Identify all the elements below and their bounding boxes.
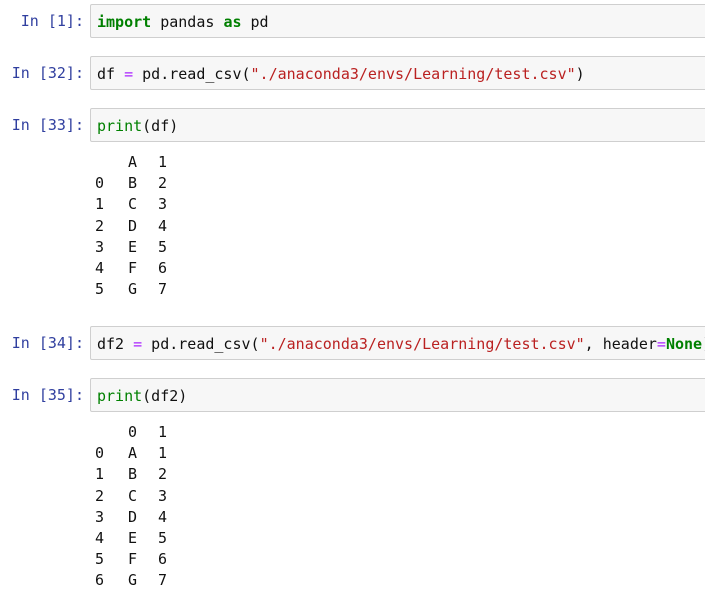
code-token: ) bbox=[575, 65, 585, 83]
value-cell: C bbox=[127, 195, 137, 214]
value-cell: 3 bbox=[157, 195, 167, 214]
value-cell: 6 bbox=[157, 258, 167, 277]
code-input[interactable]: df = pd.read_csv("./anaconda3/envs/Learn… bbox=[90, 56, 705, 90]
index-cell: 2 bbox=[95, 486, 105, 505]
code-token: print bbox=[97, 117, 143, 135]
output-data-row: 5 F 6 bbox=[95, 549, 167, 570]
output-data-row: 0 B 2 bbox=[95, 173, 167, 194]
value-cell: D bbox=[127, 216, 137, 235]
output-data-row: 0 A 1 bbox=[95, 443, 167, 464]
value-cell: A bbox=[127, 153, 137, 171]
code-token: , header bbox=[584, 335, 657, 353]
code-token: (df2) bbox=[142, 387, 188, 405]
code-token: (df) bbox=[142, 117, 179, 135]
code-input[interactable]: import pandas as pd bbox=[90, 4, 705, 38]
code-token: = bbox=[124, 65, 134, 83]
code-token: = bbox=[656, 335, 666, 353]
value-cell: 5 bbox=[157, 528, 167, 547]
output-data-row: 3 E 5 bbox=[95, 237, 167, 258]
output-data-row: 4 F 6 bbox=[95, 258, 167, 279]
code-token: "./anaconda3/envs/Learning/test.csv" bbox=[259, 335, 585, 353]
code-token: None bbox=[665, 335, 703, 353]
code-token: as bbox=[223, 13, 242, 31]
value-cell: 1 bbox=[157, 444, 167, 463]
value-cell: 3 bbox=[157, 486, 167, 505]
index-cell: 3 bbox=[95, 507, 105, 526]
output-data-row: 5 G 7 bbox=[95, 279, 167, 300]
code-token: pd bbox=[241, 13, 269, 31]
value-cell: G bbox=[127, 571, 137, 590]
code-token: pandas bbox=[151, 13, 224, 31]
output-header-row: A1 bbox=[95, 152, 167, 173]
value-cell: F bbox=[127, 258, 137, 277]
value-cell: 4 bbox=[157, 216, 167, 235]
code-token: "./anaconda3/envs/Learning/test.csv" bbox=[250, 65, 576, 83]
output-data-row: 4 E 5 bbox=[95, 528, 167, 549]
value-cell: B bbox=[127, 465, 137, 484]
value-cell: A bbox=[127, 444, 137, 463]
index-cell: 4 bbox=[95, 528, 105, 547]
output-data-row: 3 D 4 bbox=[95, 507, 167, 528]
code-token: import bbox=[97, 13, 152, 31]
cell-prompt: In [33]: bbox=[11, 116, 84, 134]
value-cell: 2 bbox=[157, 465, 167, 484]
value-cell: 7 bbox=[157, 280, 167, 299]
output-data-row: 1 B 2 bbox=[95, 464, 167, 485]
index-cell: 5 bbox=[95, 280, 105, 299]
value-cell: C bbox=[127, 486, 137, 505]
value-cell: 7 bbox=[157, 571, 167, 590]
cell-prompt: In [34]: bbox=[11, 334, 84, 352]
value-cell: 1 bbox=[157, 153, 167, 171]
value-cell: F bbox=[127, 550, 137, 569]
value-cell: 5 bbox=[157, 237, 167, 256]
value-cell: 2 bbox=[157, 174, 167, 193]
value-cell: 6 bbox=[157, 550, 167, 569]
value-cell: E bbox=[127, 528, 137, 547]
cell-prompt: In [1]: bbox=[20, 12, 84, 30]
output-header-row: 01 bbox=[95, 422, 167, 443]
cell-prompt: In [32]: bbox=[11, 64, 84, 82]
value-cell: B bbox=[127, 174, 137, 193]
value-cell: 1 bbox=[157, 423, 167, 441]
index-cell: 3 bbox=[95, 237, 105, 256]
code-token: print bbox=[97, 387, 143, 405]
cell-output-df: A10B21C32D43E54F65G7 bbox=[95, 152, 167, 300]
value-cell: 0 bbox=[127, 423, 137, 441]
value-cell: G bbox=[127, 280, 137, 299]
index-cell: 4 bbox=[95, 258, 105, 277]
output-data-row: 2 C 3 bbox=[95, 486, 167, 507]
index-cell: 1 bbox=[95, 195, 105, 214]
code-token: df bbox=[97, 65, 125, 83]
index-cell: 2 bbox=[95, 216, 105, 235]
output-data-row: 6 G 7 bbox=[95, 570, 167, 591]
output-data-row: 2 D 4 bbox=[95, 216, 167, 237]
code-input[interactable]: print(df2) bbox=[90, 378, 705, 412]
index-cell: 5 bbox=[95, 550, 105, 569]
code-token: pd.read_csv( bbox=[133, 65, 251, 83]
index-cell: 1 bbox=[95, 465, 105, 484]
value-cell: D bbox=[127, 507, 137, 526]
code-token: df2 bbox=[97, 335, 134, 353]
code-input[interactable]: df2 = pd.read_csv("./anaconda3/envs/Lear… bbox=[90, 326, 705, 360]
value-cell: 4 bbox=[157, 507, 167, 526]
value-cell: E bbox=[127, 237, 137, 256]
index-cell: 6 bbox=[95, 571, 105, 590]
code-token: = bbox=[133, 335, 143, 353]
cell-output-df2: 010A11B22C33D44E55F66G7 bbox=[95, 422, 167, 592]
output-data-row: 1 C 3 bbox=[95, 194, 167, 215]
index-cell: 0 bbox=[95, 174, 105, 193]
code-token: pd.read_csv( bbox=[142, 335, 260, 353]
index-cell: 0 bbox=[95, 444, 105, 463]
cell-prompt: In [35]: bbox=[11, 386, 84, 404]
code-input[interactable]: print(df) bbox=[90, 108, 705, 142]
